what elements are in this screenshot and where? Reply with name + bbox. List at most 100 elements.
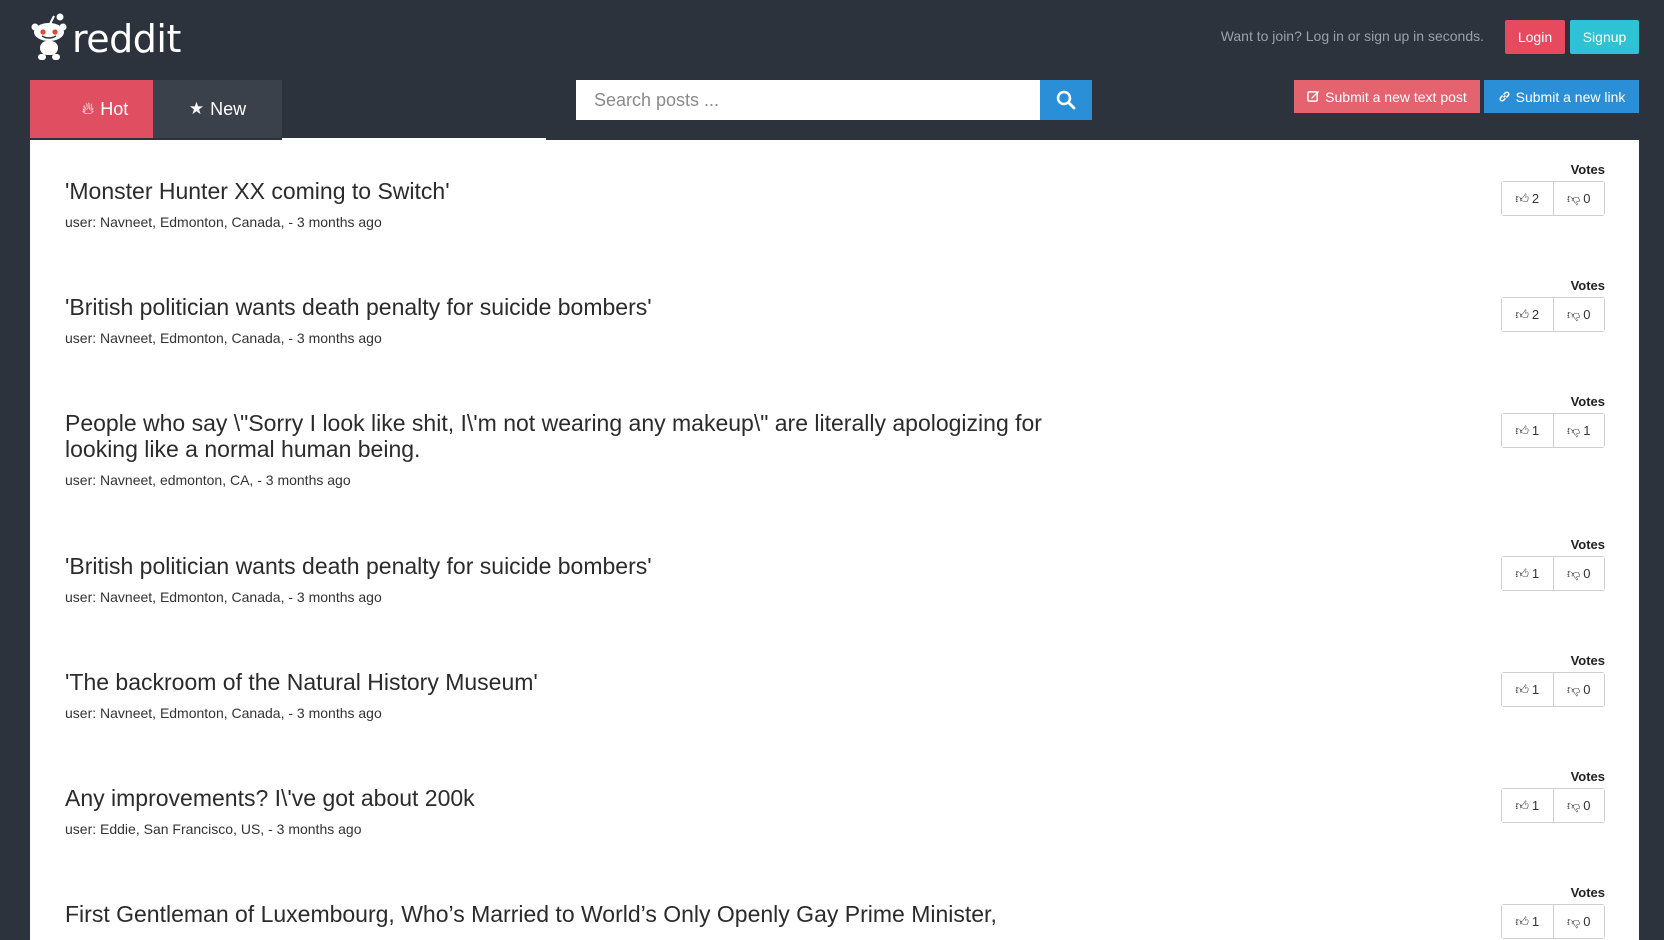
votes-widget: Votes 👍︎ 2 👎︎ 0 (1501, 278, 1605, 332)
downvote-count: 0 (1583, 307, 1591, 322)
vote-buttons: 👍︎ 1 👎︎ 0 (1501, 556, 1605, 591)
downvote-button[interactable]: 👎︎ 1 (1552, 414, 1604, 447)
post-item: Any improvements? I\'ve got about 200k u… (65, 769, 1605, 837)
thumbs-down-icon: 👎︎ (1567, 306, 1581, 322)
downvote-button[interactable]: 👎︎ 0 (1552, 182, 1604, 215)
upvote-count: 1 (1531, 423, 1540, 438)
upvote-button[interactable]: 👍︎ 1 (1502, 414, 1553, 447)
post-item: 'British politician wants death penalty … (65, 537, 1605, 605)
submit-link-button[interactable]: Submit a new link (1484, 80, 1639, 113)
upvote-button[interactable]: 👍︎ 1 (1502, 905, 1553, 938)
tab-new[interactable]: ★ New (153, 80, 282, 138)
submit-text-post-label: Submit a new text post (1325, 88, 1467, 105)
reddit-logo[interactable]: reddit (30, 10, 181, 62)
login-button[interactable]: Login (1505, 20, 1565, 54)
upvote-count: 1 (1531, 914, 1540, 929)
vote-buttons: 👍︎ 1 👎︎ 0 (1501, 672, 1605, 707)
post-title[interactable]: Any improvements? I\'ve got about 200k (65, 769, 1095, 811)
post-meta: user: Navneet, Edmonton, Canada, - 3 mon… (65, 589, 382, 605)
downvote-count: 0 (1583, 191, 1591, 206)
downvote-count: 0 (1583, 682, 1591, 697)
upvote-button[interactable]: 👍︎ 1 (1502, 557, 1553, 590)
post-title[interactable]: 'Monster Hunter XX coming to Switch' (65, 162, 1095, 204)
tab-new-label: New (210, 98, 247, 119)
search-bar (576, 80, 1092, 120)
upvote-button[interactable]: 👍︎ 2 (1502, 182, 1553, 215)
votes-widget: Votes 👍︎ 1 👎︎ 1 (1501, 394, 1605, 448)
vote-buttons: 👍︎ 2 👎︎ 0 (1501, 297, 1605, 332)
upvote-count: 1 (1531, 566, 1540, 581)
votes-widget: Votes 👍︎ 2 👎︎ 0 (1501, 162, 1605, 216)
downvote-button[interactable]: 👎︎ 0 (1552, 673, 1604, 706)
downvote-count: 0 (1583, 914, 1591, 929)
upvote-button[interactable]: 👍︎ 1 (1502, 673, 1553, 706)
votes-label: Votes (1570, 162, 1605, 177)
search-icon (1056, 90, 1076, 110)
signup-button[interactable]: Signup (1570, 20, 1639, 54)
fire-icon: 🔥︎ (81, 99, 95, 118)
thumbs-down-icon: 👎︎ (1567, 681, 1581, 697)
post-title[interactable]: People who say \"Sorry I look like shit,… (65, 394, 1095, 462)
post-meta: user: Navneet, Edmonton, Canada, - 3 mon… (65, 330, 382, 346)
edit-icon (1307, 90, 1320, 102)
post-item: 'British politician wants death penalty … (65, 278, 1605, 346)
votes-widget: Votes 👍︎ 1 👎︎ 0 (1501, 885, 1605, 939)
link-icon (1499, 91, 1510, 102)
submit-text-post-button[interactable]: Submit a new text post (1294, 80, 1480, 113)
post-meta: user: Navneet, Edmonton, Canada, - 3 mon… (65, 214, 382, 230)
post-title[interactable]: 'The backroom of the Natural History Mus… (65, 653, 1095, 695)
post-meta: user: Navneet, Edmonton, Canada, - 3 mon… (65, 705, 382, 721)
vote-buttons: 👍︎ 2 👎︎ 0 (1501, 181, 1605, 216)
downvote-count: 1 (1583, 423, 1591, 438)
downvote-button[interactable]: 👎︎ 0 (1552, 298, 1604, 331)
thumbs-up-icon: 👍︎ (1515, 190, 1529, 206)
upvote-button[interactable]: 👍︎ 2 (1502, 298, 1553, 331)
search-button[interactable] (1040, 80, 1092, 120)
reddit-alien-icon (31, 13, 67, 60)
thumbs-up-icon: 👍︎ (1515, 306, 1529, 322)
upvote-count: 2 (1531, 307, 1540, 322)
upvote-count: 1 (1531, 798, 1540, 813)
thumbs-up-icon: 👍︎ (1515, 913, 1529, 929)
votes-label: Votes (1570, 394, 1605, 409)
join-prompt: Want to join? Log in or sign up in secon… (1220, 28, 1484, 44)
post-meta: user: Navneet, edmonton, CA, - 3 months … (65, 472, 351, 488)
votes-widget: Votes 👍︎ 1 👎︎ 0 (1501, 769, 1605, 823)
logo-text: reddit (72, 17, 181, 61)
votes-label: Votes (1570, 885, 1605, 900)
vote-buttons: 👍︎ 1 👎︎ 1 (1501, 413, 1605, 448)
post-title[interactable]: First Gentleman of Luxembourg, Who’s Mar… (65, 885, 1095, 927)
post-list: 'Monster Hunter XX coming to Switch' use… (30, 140, 1639, 940)
thumbs-up-icon: 👍︎ (1515, 797, 1529, 813)
upvote-button[interactable]: 👍︎ 1 (1502, 789, 1553, 822)
votes-widget: Votes 👍︎ 1 👎︎ 0 (1501, 653, 1605, 707)
thumbs-up-icon: 👍︎ (1515, 422, 1529, 438)
search-input[interactable] (576, 80, 1040, 120)
post-title[interactable]: 'British politician wants death penalty … (65, 537, 1095, 579)
downvote-button[interactable]: 👎︎ 0 (1552, 905, 1604, 938)
thumbs-down-icon: 👎︎ (1567, 422, 1581, 438)
post-title[interactable]: 'British politician wants death penalty … (65, 278, 1095, 320)
votes-label: Votes (1570, 537, 1605, 552)
downvote-button[interactable]: 👎︎ 0 (1552, 789, 1604, 822)
thumbs-down-icon: 👎︎ (1567, 190, 1581, 206)
post-item: 'Monster Hunter XX coming to Switch' use… (65, 162, 1605, 230)
vote-buttons: 👍︎ 1 👎︎ 0 (1501, 788, 1605, 823)
downvote-button[interactable]: 👎︎ 0 (1552, 557, 1604, 590)
post-item: First Gentleman of Luxembourg, Who’s Mar… (65, 885, 1605, 939)
thumbs-up-icon: 👍︎ (1515, 681, 1529, 697)
upvote-count: 2 (1531, 191, 1540, 206)
thumbs-up-icon: 👍︎ (1515, 565, 1529, 581)
tab-hot-label: Hot (100, 98, 129, 119)
post-meta: user: Eddie, San Francisco, US, - 3 mont… (65, 821, 362, 837)
star-icon: ★ (188, 99, 205, 118)
votes-label: Votes (1570, 769, 1605, 784)
votes-label: Votes (1570, 653, 1605, 668)
post-item: People who say \"Sorry I look like shit,… (65, 394, 1605, 488)
submit-link-label: Submit a new link (1515, 88, 1626, 105)
upvote-count: 1 (1531, 682, 1540, 697)
thumbs-down-icon: 👎︎ (1567, 565, 1581, 581)
downvote-count: 0 (1583, 798, 1591, 813)
votes-widget: Votes 👍︎ 1 👎︎ 0 (1501, 537, 1605, 591)
thumbs-down-icon: 👎︎ (1567, 913, 1581, 929)
